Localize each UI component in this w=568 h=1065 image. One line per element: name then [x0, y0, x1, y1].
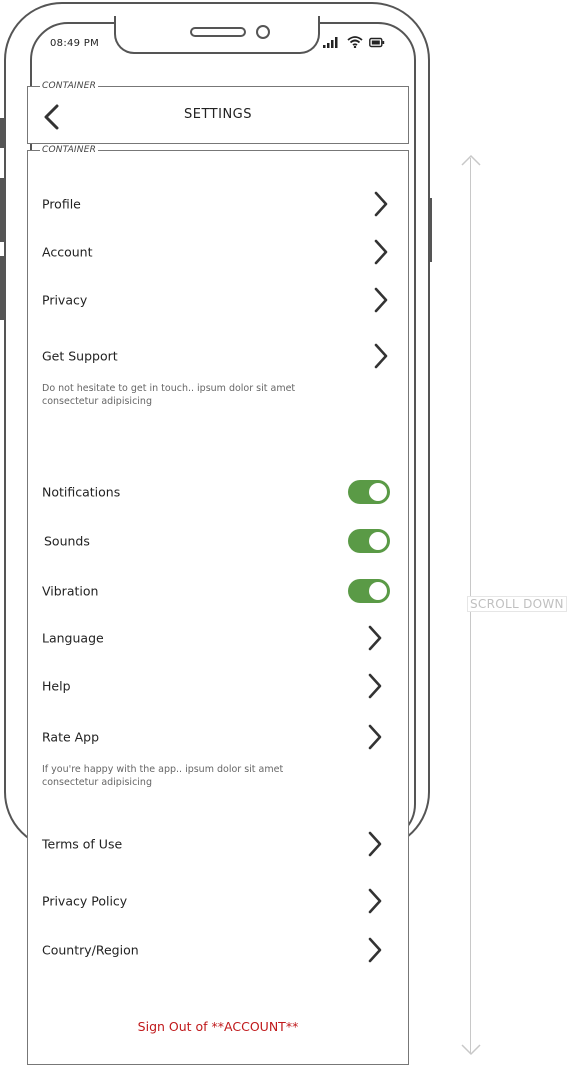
- settings-container: CONTAINER Profile Account Privacy Get Su…: [27, 145, 409, 1065]
- settings-item-label: Profile: [42, 196, 81, 212]
- settings-item-label: Account: [42, 244, 93, 260]
- chevron-right-icon: [368, 724, 382, 750]
- wifi-icon: [347, 36, 363, 48]
- settings-item-label: Terms of Use: [42, 836, 123, 852]
- header-container: CONTAINER SETTINGS: [27, 81, 409, 144]
- chevron-right-icon: [374, 239, 388, 265]
- scroll-down-label: SCROLL DOWN: [467, 596, 567, 612]
- settings-item-privacy-policy[interactable]: Privacy Policy: [42, 884, 384, 918]
- container-label: CONTAINER: [40, 145, 99, 155]
- settings-item-label: Notifications: [42, 484, 121, 500]
- battery-icon: [369, 37, 385, 48]
- notifications-toggle[interactable]: [348, 480, 390, 504]
- page-title: SETTINGS: [183, 107, 252, 122]
- settings-item-label: Rate App: [42, 729, 100, 745]
- settings-item-country-region[interactable]: Country/Region: [42, 933, 384, 967]
- chevron-right-icon: [368, 831, 382, 857]
- signal-icon: [323, 37, 338, 48]
- rate-app-description: If you're happy with the app.. ipsum dol…: [42, 764, 284, 788]
- phone-side-button: [0, 178, 4, 242]
- toggle-knob: [369, 483, 387, 501]
- get-support-description: Do not hesitate to get in touch.. ipsum …: [42, 383, 296, 407]
- phone-side-button: [0, 256, 4, 320]
- settings-item-help[interactable]: Help: [42, 669, 384, 703]
- settings-item-label: Privacy: [42, 292, 88, 308]
- phone-side-button: [0, 118, 4, 148]
- settings-item-account[interactable]: Account: [42, 235, 390, 269]
- toggle-knob: [369, 582, 387, 600]
- toggle-knob: [369, 532, 387, 550]
- chevron-right-icon: [374, 191, 388, 217]
- settings-item-vibration: Vibration: [42, 574, 390, 608]
- sign-out-link[interactable]: Sign Out of **ACCOUNT**: [28, 1019, 408, 1034]
- settings-item-get-support[interactable]: Get Support: [42, 339, 390, 373]
- settings-item-label: Language: [42, 630, 104, 646]
- settings-item-rate-app[interactable]: Rate App: [42, 720, 384, 754]
- container-label: CONTAINER: [40, 81, 99, 91]
- settings-item-label: Country/Region: [42, 942, 139, 958]
- chevron-right-icon: [368, 673, 382, 699]
- speaker-icon: [190, 27, 246, 37]
- arrow-down-icon: [461, 1044, 481, 1056]
- settings-item-notifications: Notifications: [42, 475, 390, 509]
- settings-item-label: Privacy Policy: [42, 893, 128, 909]
- settings-item-label: Sounds: [44, 533, 90, 549]
- status-time: 08:49 PM: [50, 38, 100, 49]
- settings-item-label: Help: [42, 678, 71, 694]
- arrow-up-icon: [461, 154, 481, 166]
- chevron-right-icon: [368, 937, 382, 963]
- chevron-right-icon: [368, 888, 382, 914]
- chevron-right-icon: [368, 625, 382, 651]
- vibration-toggle[interactable]: [348, 579, 390, 603]
- settings-item-label: Get Support: [42, 348, 118, 364]
- chevron-right-icon: [374, 343, 388, 369]
- chevron-right-icon: [374, 287, 388, 313]
- settings-item-label: Vibration: [42, 583, 99, 599]
- status-icons: [323, 36, 385, 48]
- camera-icon: [256, 25, 270, 39]
- phone-side-button: [428, 198, 432, 262]
- sounds-toggle[interactable]: [348, 529, 390, 553]
- settings-item-sounds: Sounds: [44, 524, 390, 558]
- settings-item-privacy[interactable]: Privacy: [42, 283, 390, 317]
- settings-item-language[interactable]: Language: [42, 621, 384, 655]
- settings-item-terms-of-use[interactable]: Terms of Use: [42, 827, 384, 861]
- settings-item-profile[interactable]: Profile: [42, 187, 390, 221]
